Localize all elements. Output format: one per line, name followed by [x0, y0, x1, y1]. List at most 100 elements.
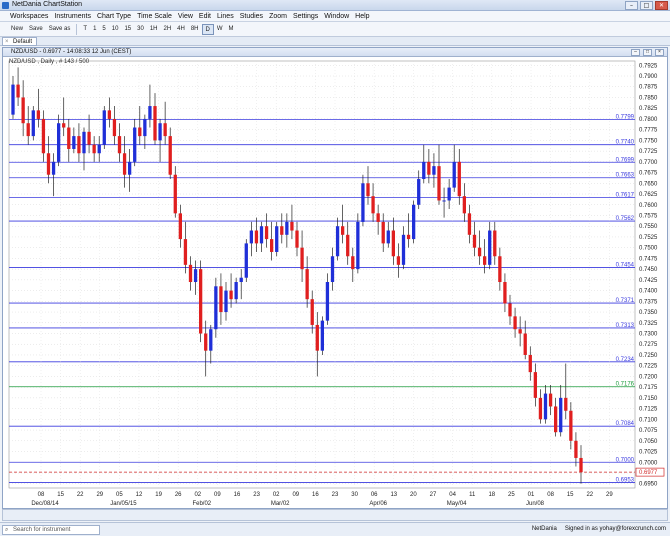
- candle-body: [543, 393, 548, 420]
- search-input[interactable]: ⌕ Search for instrument: [2, 525, 100, 535]
- candle-body: [183, 239, 188, 265]
- candle-body: [376, 213, 380, 222]
- candle-body: [417, 179, 421, 205]
- maximize-button[interactable]: □: [640, 1, 653, 10]
- x-tick-label: 01: [528, 492, 535, 498]
- candle-body: [56, 123, 61, 162]
- x-month-label: Dec/08/14: [31, 501, 59, 507]
- x-tick-label: 02: [194, 492, 201, 498]
- level-line-label: 0.7663: [616, 173, 635, 179]
- timescale-5-button[interactable]: 5: [99, 24, 108, 35]
- close-button[interactable]: ✕: [655, 1, 668, 10]
- candle-body: [569, 410, 573, 441]
- candle-body: [26, 123, 30, 137]
- menu-settings[interactable]: Settings: [293, 13, 318, 20]
- x-tick-label: 16: [312, 492, 319, 498]
- tab-default[interactable]: × Default: [2, 37, 38, 46]
- y-tick-label: 0.7825: [639, 106, 658, 112]
- candlestick-chart[interactable]: 0.7925 0.7900 0.7875 0.7850 0.7825 0.7800 0.77…: [3, 57, 667, 509]
- chart-minimize-button[interactable]: –: [631, 49, 640, 56]
- candle-body: [320, 320, 325, 351]
- timescale-30-button[interactable]: 30: [134, 24, 147, 35]
- candle-body: [351, 256, 355, 270]
- y-tick-label: 0.7525: [639, 235, 658, 241]
- candle-body: [122, 153, 127, 175]
- timescale-d-button[interactable]: D: [201, 23, 214, 35]
- candle-body: [280, 226, 284, 235]
- level-line-label: 0.7454: [616, 262, 635, 268]
- y-tick-label: 0.7775: [639, 128, 658, 134]
- timescale-m-button[interactable]: M: [226, 24, 237, 35]
- candle-body: [224, 290, 228, 313]
- candle-body: [538, 397, 543, 420]
- y-tick-label: 0.7150: [639, 396, 658, 402]
- menu-window[interactable]: Window: [324, 13, 349, 20]
- menu-instruments[interactable]: Instruments: [54, 13, 91, 20]
- menu-lines[interactable]: Lines: [217, 13, 234, 20]
- x-tick-label: 18: [488, 492, 495, 498]
- menu-zoom[interactable]: Zoom: [269, 13, 287, 20]
- y-tick-label: 0.7350: [639, 310, 658, 316]
- new-button[interactable]: New: [8, 24, 26, 35]
- timescale-8h-button[interactable]: 8H: [188, 24, 202, 35]
- horizontal-scrollbar[interactable]: [2, 509, 668, 521]
- menu-view[interactable]: View: [178, 13, 193, 20]
- x-tick-label: 22: [586, 492, 593, 498]
- x-tick-label: 30: [351, 492, 358, 498]
- save-button[interactable]: Save: [26, 24, 46, 35]
- timescale-2h-button[interactable]: 2H: [160, 24, 174, 35]
- menu-studies[interactable]: Studies: [240, 13, 263, 20]
- x-tick-label: 08: [547, 492, 554, 498]
- candle-body: [340, 226, 345, 235]
- candle-body: [533, 372, 538, 398]
- level-line-label: 0.7313: [616, 323, 635, 329]
- candle-body: [386, 230, 390, 244]
- menu-help[interactable]: Help: [355, 13, 369, 20]
- y-tick-label: 0.7600: [639, 203, 658, 209]
- menu-time-scale[interactable]: Time Scale: [137, 13, 172, 20]
- y-tick-label: 0.7000: [639, 460, 658, 466]
- save-as-button[interactable]: Save as: [46, 24, 74, 35]
- level-line-label: 0.7084: [616, 421, 635, 427]
- x-month-label: Jun/08: [526, 501, 545, 507]
- menu-workspaces[interactable]: Workspaces: [10, 13, 48, 20]
- y-tick-label: 0.7125: [639, 407, 658, 413]
- candle-body: [437, 166, 441, 201]
- candle-body: [315, 324, 319, 351]
- window-title: NetDania ChartStation: [12, 1, 83, 8]
- tab-close-icon[interactable]: ×: [5, 38, 9, 46]
- chart-maximize-button[interactable]: □: [643, 49, 652, 56]
- candle-body: [62, 123, 66, 128]
- chart-close-button[interactable]: ×: [655, 49, 664, 56]
- level-line-label: 0.7799: [616, 114, 635, 120]
- timescale-t-button[interactable]: T: [80, 24, 90, 35]
- candle-body: [371, 196, 375, 214]
- timescale-1-button[interactable]: 1: [90, 24, 99, 35]
- minimize-button[interactable]: –: [625, 1, 638, 10]
- candle-body: [447, 187, 451, 201]
- level-line-label: 0.6953: [616, 477, 635, 483]
- search-icon: ⌕: [5, 527, 9, 533]
- y-tick-label: 0.7375: [639, 299, 658, 305]
- y-tick-label: 0.7450: [639, 267, 658, 273]
- menu-chart-type[interactable]: Chart Type: [97, 13, 131, 20]
- menu-edit[interactable]: Edit: [199, 13, 211, 20]
- y-tick-label: 0.7850: [639, 95, 658, 101]
- candle-body: [127, 161, 132, 175]
- y-tick-label: 0.7100: [639, 417, 658, 423]
- toolbar-separator: [76, 23, 78, 35]
- candle-body: [442, 200, 446, 202]
- timescale-1h-button[interactable]: 1H: [147, 24, 161, 35]
- candle-body: [36, 110, 41, 119]
- timescale-15-button[interactable]: 15: [121, 24, 134, 35]
- y-tick-label: 0.7700: [639, 160, 658, 166]
- timescale-4h-button[interactable]: 4H: [174, 24, 188, 35]
- candle-body: [16, 84, 20, 98]
- level-line-label: 0.7562: [616, 216, 635, 222]
- timescale-10-button[interactable]: 10: [109, 24, 122, 35]
- timescale-w-button[interactable]: W: [214, 24, 226, 35]
- x-tick-label: 22: [77, 492, 84, 498]
- y-tick-label: 0.7175: [639, 385, 658, 391]
- x-tick-label: 02: [273, 492, 280, 498]
- y-tick-label: 0.7250: [639, 353, 658, 359]
